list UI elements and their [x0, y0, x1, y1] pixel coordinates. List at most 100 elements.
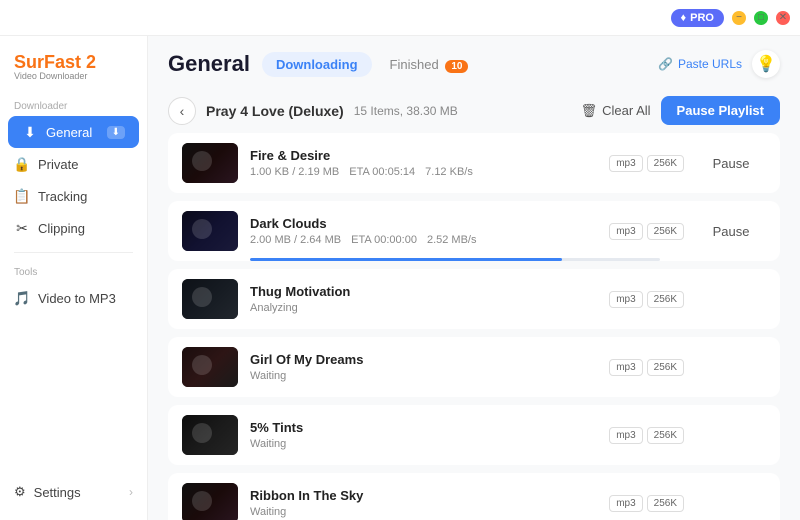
item-title-3: Thug Motivation: [250, 284, 597, 299]
item-title-6: Ribbon In The Sky: [250, 488, 597, 503]
download-item-2: Dark Clouds 2.00 MB / 2.64 MB ETA 00:00:…: [168, 201, 780, 261]
playlist-info: 15 Items, 38.30 MB: [354, 104, 458, 118]
item-badges-3: mp3 256K: [609, 291, 684, 308]
item-size-2: 2.00 MB / 2.64 MB: [250, 234, 341, 246]
item-info-4: Girl Of My Dreams Waiting: [250, 352, 597, 382]
quality-badge-6: 256K: [647, 495, 684, 512]
pause-playlist-button[interactable]: Pause Playlist: [661, 96, 780, 125]
thumb-6: [182, 483, 238, 520]
thumb-inner-5: [182, 415, 238, 455]
thumb-dot-1: [192, 151, 212, 171]
sidebar-bottom: ⚙ Settings ›: [0, 476, 147, 508]
sidebar-item-video-to-mp3-label: Video to MP3: [38, 291, 116, 306]
sidebar-item-video-to-mp3[interactable]: 🎵 Video to MP3: [0, 282, 147, 314]
item-status-4: Waiting: [250, 370, 286, 382]
paste-urls-button[interactable]: 🔗 Paste URLs: [658, 57, 742, 71]
minimize-button[interactable]: −: [732, 11, 746, 25]
thumb-dot-3: [192, 287, 212, 307]
pro-label: PRO: [690, 12, 714, 24]
chevron-right-icon: ›: [129, 485, 133, 499]
sidebar-item-clipping[interactable]: ✂ Clipping: [0, 212, 147, 244]
lock-icon: 🔒: [14, 156, 30, 172]
item-info-1: Fire & Desire 1.00 KB / 2.19 MB ETA 00:0…: [250, 148, 597, 178]
header-left: General Downloading Finished 10: [168, 51, 482, 77]
sidebar-logo: SurFast 2 Video Downloader: [0, 48, 147, 95]
sidebar-item-clipping-label: Clipping: [38, 221, 85, 236]
download-list: Fire & Desire 1.00 KB / 2.19 MB ETA 00:0…: [148, 133, 800, 520]
sidebar-item-general[interactable]: ⬇ General ⬇: [8, 116, 139, 148]
section-downloader-label: Downloader: [0, 95, 147, 116]
trash-icon: 🗑: [581, 103, 598, 119]
sidebar-divider: [14, 252, 133, 253]
format-badge-6: mp3: [609, 495, 642, 512]
item-speed-2: 2.52 MB/s: [427, 234, 477, 246]
sidebar: SurFast 2 Video Downloader Downloader ⬇ …: [0, 36, 148, 520]
logo-version: 2: [86, 52, 96, 72]
item-eta-1: ETA 00:05:14: [349, 166, 415, 178]
item-badges-1: mp3 256K: [609, 155, 684, 172]
item-title-2: Dark Clouds: [250, 216, 597, 231]
bulb-icon: 💡: [756, 54, 776, 74]
action-button-1[interactable]: Pause: [696, 156, 766, 171]
item-meta-6: Waiting: [250, 506, 597, 518]
thumb-inner-3: [182, 279, 238, 319]
thumb-inner-6: [182, 483, 238, 520]
download-item-1: Fire & Desire 1.00 KB / 2.19 MB ETA 00:0…: [168, 133, 780, 193]
format-badge-5: mp3: [609, 427, 642, 444]
page-title: General: [168, 51, 250, 77]
item-badges-4: mp3 256K: [609, 359, 684, 376]
item-info-5: 5% Tints Waiting: [250, 420, 597, 450]
playlist-bar: ‹ Pray 4 Love (Deluxe) 15 Items, 38.30 M…: [148, 88, 800, 133]
section-tools-label: Tools: [0, 261, 147, 282]
item-speed-1: 7.12 KB/s: [425, 166, 473, 178]
main-content: General Downloading Finished 10 🔗 Paste …: [148, 36, 800, 520]
app-body: SurFast 2 Video Downloader Downloader ⬇ …: [0, 36, 800, 520]
item-title-1: Fire & Desire: [250, 148, 597, 163]
item-info-6: Ribbon In The Sky Waiting: [250, 488, 597, 518]
item-status-3: Analyzing: [250, 302, 298, 314]
title-bar: ♦ PRO − □ ✕: [0, 0, 800, 36]
close-button[interactable]: ✕: [776, 11, 790, 25]
item-status-5: Waiting: [250, 438, 286, 450]
download-icon: ⬇: [22, 124, 38, 140]
download-item-4: Girl Of My Dreams Waiting mp3 256K: [168, 337, 780, 397]
maximize-button[interactable]: □: [754, 11, 768, 25]
sidebar-item-tracking-label: Tracking: [38, 189, 87, 204]
settings-left: ⚙ Settings: [14, 484, 81, 500]
clear-all-button[interactable]: 🗑 Clear All: [581, 103, 651, 119]
bulb-button[interactable]: 💡: [752, 50, 780, 78]
thumb-1: [182, 143, 238, 183]
pro-badge[interactable]: ♦ PRO: [671, 9, 724, 27]
quality-badge-4: 256K: [647, 359, 684, 376]
tab-downloading[interactable]: Downloading: [262, 52, 372, 77]
thumb-2: [182, 211, 238, 251]
quality-badge-5: 256K: [647, 427, 684, 444]
thumb-dot-6: [192, 491, 212, 511]
item-meta-5: Waiting: [250, 438, 597, 450]
logo-name: SurFast 2: [14, 52, 133, 73]
item-meta-4: Waiting: [250, 370, 597, 382]
sidebar-item-private[interactable]: 🔒 Private: [0, 148, 147, 180]
quality-badge-3: 256K: [647, 291, 684, 308]
sidebar-item-general-label: General: [46, 125, 92, 140]
item-badges-6: mp3 256K: [609, 495, 684, 512]
item-status-6: Waiting: [250, 506, 286, 518]
item-info-3: Thug Motivation Analyzing: [250, 284, 597, 314]
playlist-right: 🗑 Clear All Pause Playlist: [581, 96, 780, 125]
thumb-3: [182, 279, 238, 319]
pro-diamond-icon: ♦: [681, 12, 687, 24]
item-meta-1: 1.00 KB / 2.19 MB ETA 00:05:14 7.12 KB/s: [250, 166, 597, 178]
item-title-5: 5% Tints: [250, 420, 597, 435]
action-button-2[interactable]: Pause: [696, 224, 766, 239]
item-eta-2: ETA 00:00:00: [351, 234, 417, 246]
thumb-inner-4: [182, 347, 238, 387]
format-badge-1: mp3: [609, 155, 642, 172]
download-badge: ⬇: [107, 126, 125, 139]
logo-surfast: SurFast: [14, 52, 81, 72]
tab-finished[interactable]: Finished 10: [376, 52, 483, 77]
sidebar-item-tracking[interactable]: 📋 Tracking: [0, 180, 147, 212]
sidebar-item-private-label: Private: [38, 157, 78, 172]
back-button[interactable]: ‹: [168, 97, 196, 125]
thumb-4: [182, 347, 238, 387]
settings-item[interactable]: ⚙ Settings ›: [0, 476, 147, 508]
